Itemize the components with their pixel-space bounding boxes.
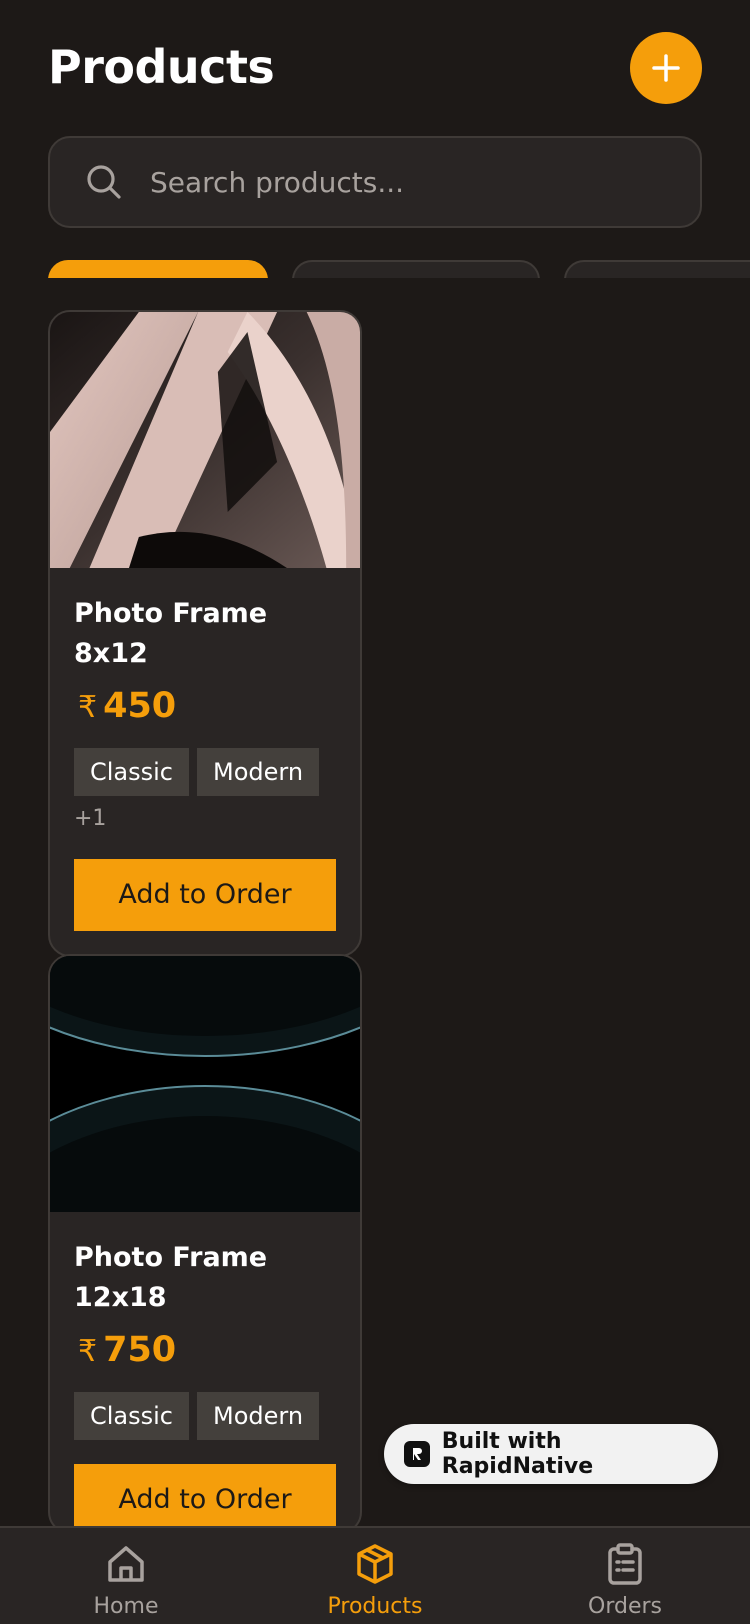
bottom-tab-bar: Home Products Orders (0, 1526, 750, 1624)
add-to-order-button[interactable]: Add to Order (74, 859, 336, 931)
add-to-order-button[interactable]: Add to Order (74, 1464, 336, 1532)
tag: Modern (197, 1392, 320, 1440)
category-chip-active[interactable] (48, 260, 268, 278)
tab-orders[interactable]: Orders (545, 1542, 705, 1619)
search-bar[interactable] (48, 136, 702, 228)
category-chip[interactable] (292, 260, 540, 278)
product-name: Photo Frame 8x12 (74, 598, 268, 669)
search-input[interactable] (150, 165, 630, 199)
currency-symbol: ₹ (78, 1334, 98, 1369)
more-tags-count: +1 (74, 806, 107, 831)
currency-symbol: ₹ (78, 690, 98, 725)
built-with-badge[interactable]: Built with RapidNative (384, 1424, 718, 1484)
product-image (50, 956, 360, 1212)
product-card[interactable]: Photo Frame 8x12 ₹ 450 Classic Modern +1… (48, 310, 362, 957)
clipboard-list-icon (608, 1543, 642, 1585)
category-filter-row (48, 258, 750, 278)
product-image (50, 312, 360, 568)
badge-label: Built with RapidNative (441, 1429, 594, 1479)
tab-label: Home (93, 1594, 159, 1619)
product-card[interactable]: Photo Frame 12x18 ₹ 750 Classic Modern A… (48, 954, 362, 1534)
tag-list: Classic Modern (74, 1392, 336, 1440)
tag: Modern (197, 748, 320, 796)
product-price: ₹ 750 (74, 1330, 336, 1370)
plus-icon (652, 54, 680, 82)
home-icon (108, 1546, 144, 1582)
rapidnative-logo-icon (404, 1441, 430, 1467)
product-price: ₹ 450 (74, 686, 336, 726)
tab-products[interactable]: Products (295, 1542, 455, 1619)
tab-label: Orders (588, 1594, 662, 1619)
add-product-button[interactable] (630, 32, 702, 104)
search-icon (87, 165, 121, 199)
product-name: Photo Frame 12x18 (74, 1242, 268, 1313)
price-amount: 750 (103, 1330, 177, 1370)
tag: Classic (74, 748, 190, 796)
tab-label: Products (327, 1594, 423, 1619)
tag: Classic (74, 1392, 190, 1440)
price-amount: 450 (103, 686, 177, 726)
header: Products (48, 30, 702, 110)
page-title: Products (48, 40, 275, 94)
tab-home[interactable]: Home (46, 1542, 206, 1619)
tag-list: Classic Modern (74, 748, 336, 796)
package-icon (357, 1544, 393, 1584)
category-chip[interactable] (564, 260, 750, 278)
